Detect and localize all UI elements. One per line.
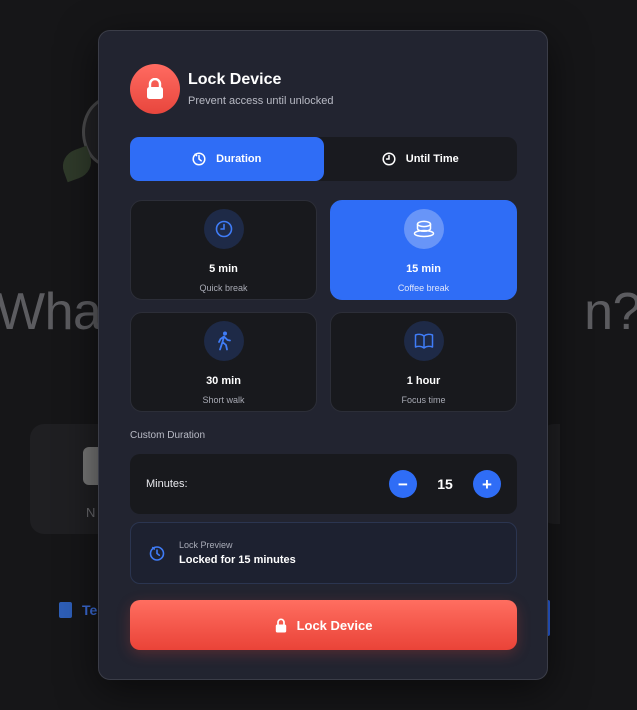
background-doc-label: Te: [82, 602, 98, 618]
tab-until-time[interactable]: Until Time: [324, 137, 518, 181]
decrement-minutes-button[interactable]: −: [389, 470, 417, 498]
duration-option-title: 5 min: [209, 263, 238, 275]
duration-option-title: 1 hour: [406, 375, 441, 387]
lock-preview-label: Lock Preview: [179, 540, 233, 550]
timer-icon: [149, 546, 165, 561]
duration-option-subtitle: Focus time: [401, 395, 446, 405]
book-icon: [403, 321, 444, 361]
coffee-icon: [403, 209, 444, 249]
walking-icon: [203, 321, 244, 361]
increment-minutes-button[interactable]: +: [473, 470, 501, 498]
modal-title: Lock Device: [188, 71, 282, 88]
document-icon: [59, 602, 72, 618]
lock-icon: [130, 64, 180, 114]
modal-header: Lock Device Prevent access until unlocke…: [130, 64, 334, 114]
tab-until-time-label: Until Time: [405, 153, 459, 165]
clock-icon: [203, 209, 244, 249]
minutes-value: 15: [437, 476, 453, 492]
custom-duration-label: Custom Duration: [130, 430, 206, 441]
duration-option-15-min[interactable]: 15 min Coffee break: [330, 200, 517, 300]
mode-segmented-control: Duration Until Time: [130, 137, 517, 181]
modal-subtitle: Prevent access until unlocked: [188, 95, 334, 107]
clock-icon: [382, 152, 396, 166]
background-headline-left: Wha: [0, 283, 102, 341]
tab-duration-label: Duration: [216, 153, 262, 165]
lock-icon: [275, 618, 286, 632]
lock-preview-value: Locked for 15 minutes: [179, 554, 296, 566]
tab-duration[interactable]: Duration: [130, 137, 324, 181]
lock-device-button[interactable]: Lock Device: [130, 600, 517, 650]
minutes-label: Minutes:: [146, 478, 188, 490]
duration-option-5-min[interactable]: 5 min Quick break: [130, 200, 317, 300]
duration-option-1-hour[interactable]: 1 hour Focus time: [330, 312, 517, 412]
lock-device-modal: Lock Device Prevent access until unlocke…: [98, 30, 548, 680]
duration-option-title: 15 min: [406, 263, 441, 275]
duration-option-subtitle: Short walk: [202, 395, 245, 405]
lock-preview-panel: Lock Preview Locked for 15 minutes: [130, 522, 517, 584]
duration-option-subtitle: Quick break: [199, 283, 248, 293]
background-headline-right: n?: [584, 283, 637, 341]
lock-device-button-label: Lock Device: [296, 617, 373, 633]
timer-icon: [192, 152, 206, 166]
background-card-label: N: [86, 505, 96, 520]
duration-option-30-min[interactable]: 30 min Short walk: [130, 312, 317, 412]
duration-option-subtitle: Coffee break: [397, 283, 450, 293]
duration-option-title: 30 min: [206, 375, 241, 387]
custom-duration-row: Minutes: − 15 +: [130, 454, 517, 514]
